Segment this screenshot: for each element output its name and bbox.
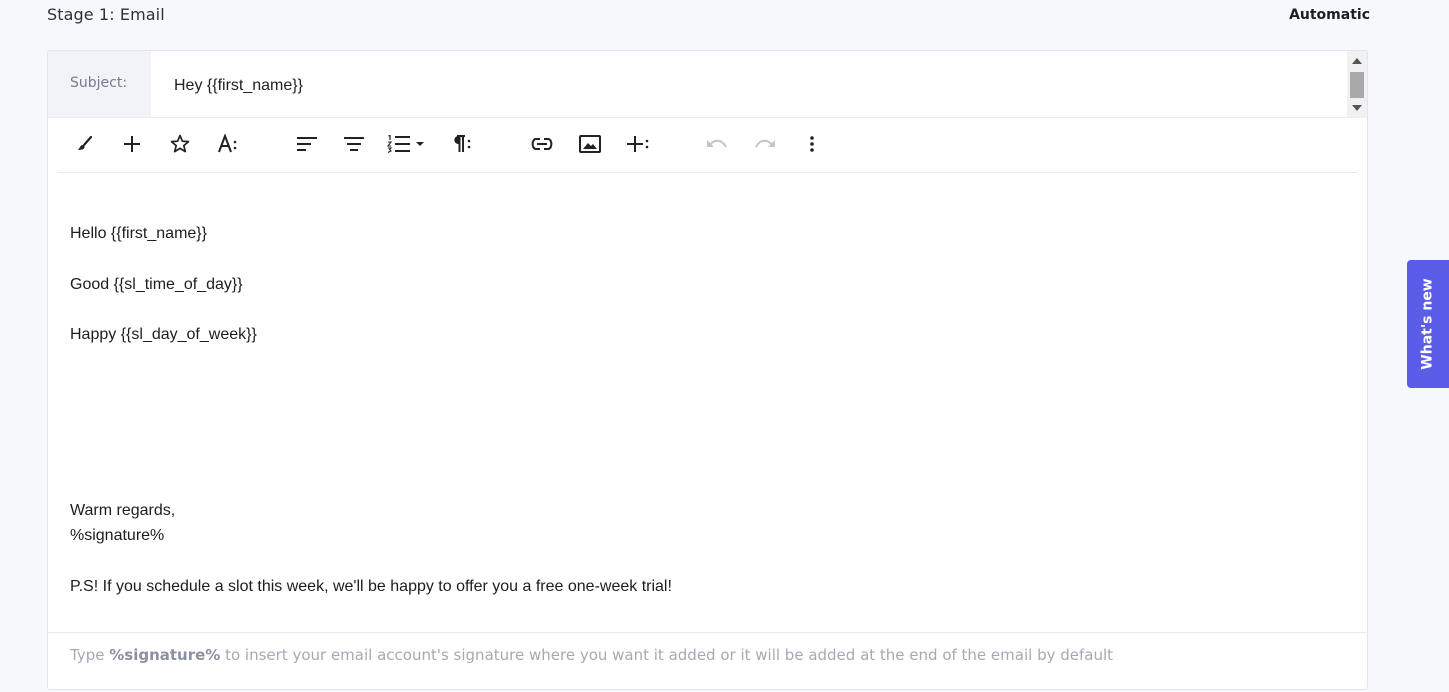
- subject-label: Subject:: [48, 51, 151, 117]
- scrollbar-thumb[interactable]: [1350, 72, 1364, 98]
- whats-new-label: What's new: [1420, 278, 1436, 370]
- hint-prefix: Type: [70, 646, 110, 664]
- stage-title: Stage 1: Email: [47, 5, 165, 24]
- subject-row: Subject:: [48, 51, 1367, 118]
- insert-more-icon[interactable]: [624, 130, 652, 158]
- whats-new-tab[interactable]: What's new: [1407, 260, 1449, 388]
- subject-input[interactable]: [151, 51, 1347, 117]
- link-icon[interactable]: [528, 130, 556, 158]
- align-left-icon[interactable]: [293, 130, 321, 158]
- body-line-day-of-week: Happy {{sl_day_of_week}}: [70, 326, 257, 343]
- redo-icon[interactable]: [751, 130, 779, 158]
- star-icon[interactable]: [166, 130, 194, 158]
- scroll-up-arrow-icon[interactable]: [1352, 58, 1362, 64]
- more-vertical-icon[interactable]: [798, 130, 826, 158]
- editor-toolbar: [58, 118, 1357, 173]
- hint-suffix: to insert your email account's signature…: [220, 646, 1114, 664]
- stage-mode-label: Automatic: [1289, 7, 1370, 23]
- align-center-icon[interactable]: [340, 130, 368, 158]
- paragraph-icon[interactable]: [447, 130, 475, 158]
- image-icon[interactable]: [576, 130, 604, 158]
- body-line-postscript: P.S! If you schedule a slot this week, w…: [70, 578, 672, 595]
- email-editor: Subject: Hey {{first_name}} Hello {{firs…: [47, 50, 1368, 690]
- subject-scrollbar[interactable]: [1347, 51, 1367, 117]
- text-format-icon[interactable]: [214, 130, 242, 158]
- hint-token: %signature%: [109, 646, 221, 664]
- undo-icon[interactable]: [703, 130, 731, 158]
- body-line-time-of-day: Good {{sl_time_of_day}}: [70, 276, 243, 293]
- signature-hint: Type %signature% to insert your email ac…: [48, 632, 1367, 692]
- plus-icon[interactable]: [118, 130, 146, 158]
- paintbrush-icon[interactable]: [71, 130, 99, 158]
- body-line-greeting: Hello {{first_name}}: [70, 225, 207, 242]
- scroll-down-arrow-icon[interactable]: [1352, 105, 1362, 111]
- list-dropdown-chevron-down-icon[interactable]: [413, 130, 427, 158]
- body-line-signature: %signature%: [70, 527, 165, 544]
- ordered-list-icon[interactable]: [387, 130, 411, 158]
- body-line-closing: Warm regards,: [70, 502, 176, 519]
